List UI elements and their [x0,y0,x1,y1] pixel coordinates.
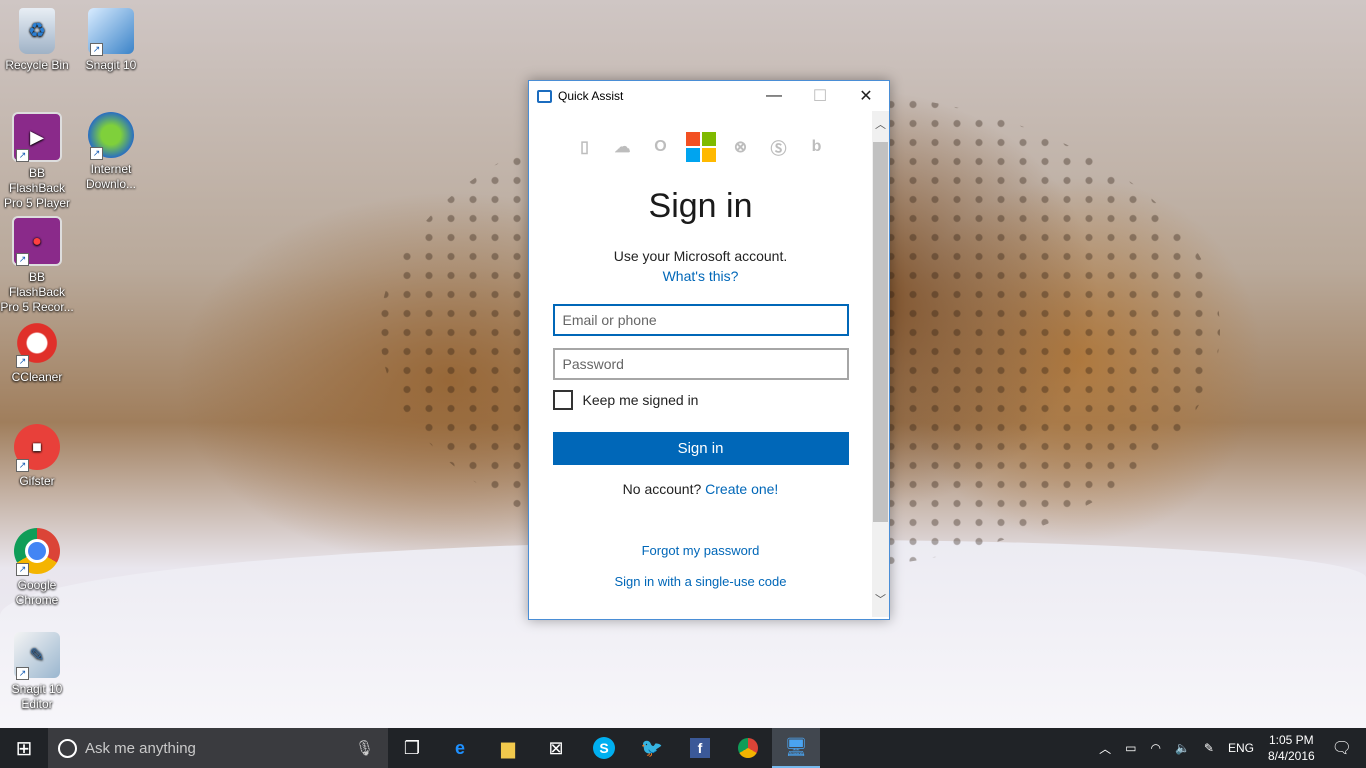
desktop-icon-label: BB FlashBack Pro 5 Player [3,166,71,210]
office-icon: ▯ [580,139,589,156]
desktop-icon-flashback-recorder[interactable]: ● ↗ BB FlashBack Pro 5 Recor... [0,216,74,315]
desktop-icon-gifster[interactable]: ■ ↗ Gifster [0,424,74,489]
store-icon[interactable]: ⊠ [532,728,580,768]
recycle-bin-icon: ♻ [19,8,55,54]
action-center-icon[interactable]: 🗨 [1332,738,1352,758]
desktop-icon-label: Google Chrome [15,578,59,607]
create-account-link[interactable]: Create one! [705,481,778,497]
sign-in-button[interactable]: Sign in [552,432,849,465]
gifster-icon: ■ ↗ [14,424,60,472]
internet-download-manager-icon: ↗ [88,112,134,160]
subtitle: Use your Microsoft account. [613,248,788,264]
shortcut-arrow-icon: ↗ [90,147,103,160]
shortcut-arrow-icon: ↗ [16,667,29,680]
ms-logo-yellow [701,148,716,162]
xbox-icon: ⊗ [733,139,748,156]
onedrive-icon: ☁ [614,139,631,156]
desktop-icon-recycle-bin[interactable]: ♻ Recycle Bin [0,8,74,73]
snagit-icon: ↗ [88,8,134,56]
desktop-icon-label: Snagit 10 Editor [11,682,63,711]
pen-icon[interactable]: ✎ [1204,741,1214,755]
volume-icon[interactable]: 🔈 [1175,741,1190,755]
desktop-icon-label: CCleaner [11,370,63,384]
clock-time: 1:05 PM [1268,733,1314,747]
forgot-password-link[interactable]: Forgot my password [529,543,872,558]
email-field[interactable] [552,304,849,336]
quick-assist-icon [537,89,552,103]
whats-this-link[interactable]: What's this? [529,268,872,284]
scroll-up-icon[interactable]: ︿ [872,117,889,134]
scroll-down-icon[interactable]: ﹀ [872,592,889,609]
quick-assist-window: Quick Assist — ☐ ✕ ▯ ☁ O ⊗ Ⓢ b Sign in U… [528,80,890,620]
shortcut-arrow-icon: ↗ [16,149,29,162]
brand-icons: ▯ ☁ O ⊗ Ⓢ b [529,131,872,163]
outlook-icon: O [654,138,667,155]
single-use-code-link[interactable]: Sign in with a single-use code [529,574,872,589]
keep-signed-in-checkbox[interactable]: Keep me signed in [552,390,849,410]
skype-icon[interactable]: S [580,728,628,768]
flashback-recorder-icon: ● ↗ [12,216,62,266]
close-button[interactable]: ✕ [843,81,889,111]
cortana-circle-icon [58,738,77,758]
desktop-icon-label: Recycle Bin [5,58,69,72]
clock-date: 8/4/2016 [1267,749,1315,763]
system-tray: ︿ ▭ ◠ 🔈 ✎ ENG 1:05 PM 8/4/2016 🗨 [1092,728,1366,768]
clock[interactable]: 1:05 PM 8/4/2016 [1268,732,1315,764]
search-placeholder: Ask me anything [85,739,196,757]
scroll-thumb[interactable] [873,142,888,522]
desktop-icon-snagit-editor[interactable]: ✎ ↗ Snagit 10 Editor [0,632,74,712]
password-field[interactable] [552,348,849,380]
desktop-icon-label: Gifster [19,474,55,488]
wifi-icon[interactable]: ◠ [1150,741,1160,755]
maximize-button[interactable]: ☐ [797,81,843,111]
show-hidden-icons-icon[interactable]: ︿ [1099,740,1111,757]
flashback-player-icon: ▶ ↗ [12,112,62,162]
windows-start-icon[interactable]: ⊞ [0,728,48,768]
quick-assist-icon[interactable]: 🖥 [772,728,820,768]
no-account-row: No account? Create one! [529,481,872,497]
ms-logo-green [701,132,716,146]
shortcut-arrow-icon: ↗ [16,355,29,368]
shortcut-arrow-icon: ↗ [16,563,29,576]
keep-signed-in-label: Keep me signed in [582,392,699,408]
title-bar[interactable]: Quick Assist — ☐ ✕ [529,81,889,111]
ms-logo-red [685,132,700,146]
ms-logo-blue [685,148,700,162]
desktop-icon-flashback-player[interactable]: ▶ ↗ BB FlashBack Pro 5 Player [0,112,74,211]
desktop-icon-ccleaner[interactable]: ↗ CCleaner [0,320,74,385]
no-account-text: No account? [622,481,702,497]
desktop-icon-chrome[interactable]: ↗ Google Chrome [0,528,74,608]
shortcut-arrow-icon: ↗ [16,253,29,266]
page-title: Sign in [648,187,753,225]
file-explorer-icon[interactable]: ▆ [484,728,532,768]
skype-icon: Ⓢ [770,141,787,158]
scrollbar[interactable]: ︿ ﹀ [872,111,889,617]
microphone-icon[interactable]: 🎙 [355,739,374,757]
bing-icon: b [811,138,822,155]
cortana-search-box[interactable]: Ask me anything 🎙 [48,728,388,768]
task-view-icon[interactable]: ❐ [388,728,436,768]
edge-icon[interactable]: e [436,728,484,768]
desktop-icon-snagit[interactable]: ↗ Snagit 10 [74,8,148,73]
chrome-icon: ↗ [14,528,60,576]
taskbar: ⊞ Ask me anything 🎙 ❐ e ▆ ⊠ S 🐦 f 🖥 ︿ ▭ … [0,728,1366,768]
shortcut-arrow-icon: ↗ [90,43,103,56]
minimize-button[interactable]: — [751,81,797,111]
checkbox-box[interactable] [552,390,573,410]
twitter-icon[interactable]: 🐦 [628,728,676,768]
desktop-icon-label: Internet Downlo... [85,162,137,191]
snagit-editor-icon: ✎ ↗ [14,632,60,680]
language-indicator[interactable]: ENG [1228,741,1254,755]
desktop-icon-label: BB FlashBack Pro 5 Recor... [0,270,74,314]
desktop-icon-label: Snagit 10 [85,58,137,72]
microsoft-logo-icon [685,132,716,162]
battery-icon[interactable]: ▭ [1125,741,1136,755]
ccleaner-icon: ↗ [14,320,60,368]
facebook-icon[interactable]: f [676,728,724,768]
desktop-icon-internet-download-manager[interactable]: ↗ Internet Downlo... [74,112,148,192]
shortcut-arrow-icon: ↗ [16,459,29,472]
chrome-icon[interactable] [724,728,772,768]
sign-in-form: ▯ ☁ O ⊗ Ⓢ b Sign in Use your Microsoft a… [529,111,872,589]
window-title: Quick Assist [558,89,624,103]
